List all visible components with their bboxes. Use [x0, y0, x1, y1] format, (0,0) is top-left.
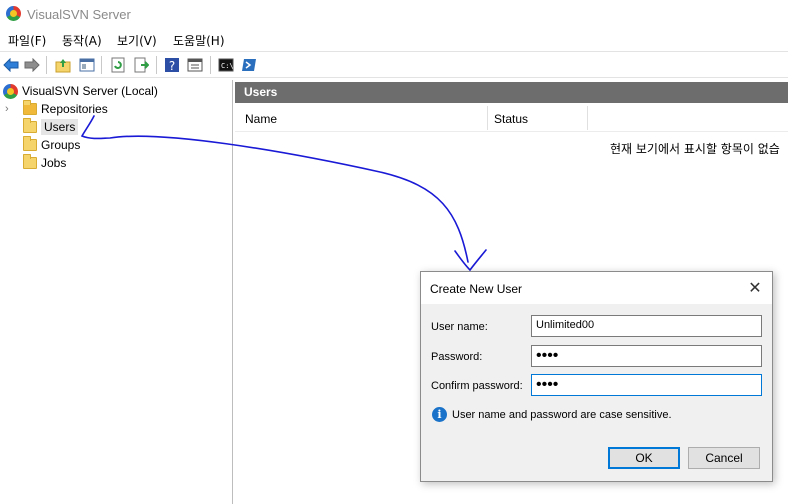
column-header-status[interactable]: Status [494, 106, 584, 132]
title-bar: VisualSVN Server [0, 0, 788, 28]
repositories-icon [23, 100, 37, 115]
svg-text:?: ? [169, 59, 175, 73]
menu-view[interactable]: 보기(V) [117, 32, 157, 49]
export-list-icon[interactable] [132, 56, 150, 74]
svg-text:C:\: C:\ [221, 62, 234, 70]
toolbar-separator [101, 56, 102, 74]
up-folder-icon[interactable] [54, 56, 72, 74]
confirm-password-field[interactable]: •••• [531, 374, 762, 396]
visualsvn-logo-icon [6, 6, 21, 21]
powershell-icon[interactable] [240, 56, 258, 74]
toolbar-separator [210, 56, 211, 74]
confirm-password-label: Confirm password: [431, 380, 523, 392]
window-title: VisualSVN Server [27, 7, 131, 22]
tree-item-groups[interactable]: Groups [23, 136, 80, 154]
dialog-title: Create New User [430, 282, 523, 296]
tree-item-label: Users [41, 119, 79, 135]
column-header-name[interactable]: Name [245, 106, 485, 132]
menu-file[interactable]: 파일(F) [8, 32, 46, 49]
ok-button[interactable]: OK [608, 447, 680, 469]
chevron-right-icon[interactable]: › [5, 103, 15, 115]
folder-icon [23, 136, 37, 151]
info-icon: i [432, 407, 447, 422]
forward-arrow-icon[interactable] [23, 56, 41, 74]
tree-root-label: VisualSVN Server (Local) [22, 84, 158, 98]
empty-list-message: 현재 보기에서 표시할 항목이 없습 [610, 142, 780, 156]
tree-root[interactable]: VisualSVN Server (Local) [3, 82, 158, 100]
back-arrow-icon[interactable] [2, 56, 20, 74]
create-new-user-dialog: Create New User ✕ User name: Unlimited00… [420, 271, 773, 482]
cancel-button[interactable]: Cancel [688, 447, 760, 469]
dialog-title-bar[interactable]: Create New User ✕ [421, 272, 772, 304]
toolbar-separator [156, 56, 157, 74]
close-icon[interactable]: ✕ [742, 276, 768, 300]
pane-title: Users [235, 82, 788, 103]
column-divider[interactable] [487, 106, 488, 130]
properties-icon[interactable] [186, 56, 204, 74]
console-tree: VisualSVN Server (Local) › Repositories … [0, 80, 233, 504]
tree-item-jobs[interactable]: Jobs [23, 154, 66, 172]
toolbar: ? C:\ [0, 51, 788, 78]
folder-icon [23, 118, 37, 133]
info-message: i User name and password are case sensit… [432, 407, 672, 422]
tree-item-label: Jobs [41, 156, 67, 170]
tree-item-users[interactable]: Users [23, 118, 79, 136]
tree-item-label: Repositories [41, 102, 108, 116]
toolbar-separator [46, 56, 47, 74]
password-label: Password: [431, 351, 483, 363]
password-field[interactable]: •••• [531, 345, 762, 367]
show-hide-tree-icon[interactable] [78, 56, 96, 74]
username-field[interactable]: Unlimited00 [531, 315, 762, 337]
tree-item-label: Groups [41, 138, 81, 152]
header-divider [235, 131, 788, 132]
menu-help[interactable]: 도움말(H) [173, 32, 225, 49]
menu-action[interactable]: 동작(A) [62, 32, 102, 49]
username-label: User name: [431, 321, 488, 333]
console-icon[interactable]: C:\ [217, 56, 235, 74]
info-text: User name and password are case sensitiv… [452, 408, 672, 421]
folder-icon [23, 154, 37, 169]
refresh-icon[interactable] [109, 56, 127, 74]
menu-bar: 파일(F) 동작(A) 보기(V) 도움말(H) [0, 28, 788, 50]
visualsvn-server-icon [3, 83, 18, 99]
column-divider[interactable] [587, 106, 588, 130]
help-icon[interactable]: ? [163, 56, 181, 74]
tree-item-repositories[interactable]: › Repositories [5, 100, 108, 118]
